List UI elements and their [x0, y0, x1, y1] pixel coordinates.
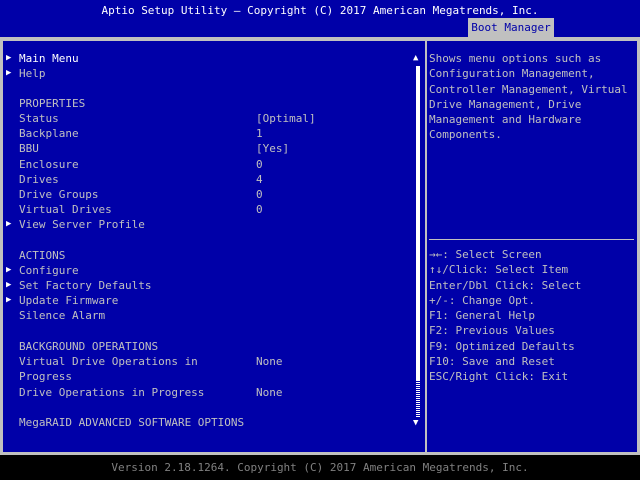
tab-boot-manager[interactable]: Boot Manager: [468, 18, 554, 37]
submenu-arrow-icon: ▶: [6, 53, 12, 63]
key-hint: F10: Save and Reset: [429, 355, 555, 369]
scrollbar-track[interactable]: [416, 380, 420, 417]
scrollbar-thumb[interactable]: [416, 66, 420, 380]
help-panel: Shows menu options such as Configuration…: [427, 41, 637, 452]
submenu-arrow-icon: ▶: [6, 219, 12, 229]
key-hint: Enter/Dbl Click: Select: [429, 278, 582, 292]
key-hint: F9: Optimized Defaults: [429, 339, 575, 353]
help-divider: [429, 239, 634, 240]
scroll-up-icon[interactable]: ▲: [413, 53, 418, 63]
submenu-arrow-icon: ▶: [6, 295, 12, 305]
menu-item-label: Help: [19, 67, 46, 80]
version-text: Version 2.18.1264. Copyright (C) 2017 Am…: [111, 461, 529, 474]
title-bar: Aptio Setup Utility – Copyright (C) 2017…: [0, 0, 640, 37]
key-hint: ↑↓/Click: Select Item: [429, 263, 569, 277]
help-description: Shows menu options such as Configuration…: [429, 52, 628, 142]
window-title: Aptio Setup Utility – Copyright (C) 2017…: [101, 4, 539, 17]
key-hint: F1: General Help: [429, 309, 535, 323]
submenu-arrow-icon: ▶: [6, 68, 12, 78]
status-bar: Version 2.18.1264. Copyright (C) 2017 Am…: [0, 455, 640, 480]
key-hint: F2: Previous Values: [429, 324, 555, 338]
key-hint: +/-: Change Opt.: [429, 293, 535, 307]
scroll-down-icon[interactable]: ▼: [413, 418, 418, 428]
submenu-arrow-icon: ▶: [6, 280, 12, 290]
main-panel: ▶ Main Menu ▶ Help PROPERTIES Status [Op…: [3, 41, 425, 452]
key-legend: →←: Select Screen ↑↓/Click: Select Item …: [429, 247, 634, 385]
menu-item-label: Main Menu: [19, 52, 79, 65]
key-hint: →←: Select Screen: [429, 248, 542, 261]
submenu-arrow-icon: ▶: [6, 265, 12, 275]
key-hint: ESC/Right Click: Exit: [429, 370, 569, 384]
